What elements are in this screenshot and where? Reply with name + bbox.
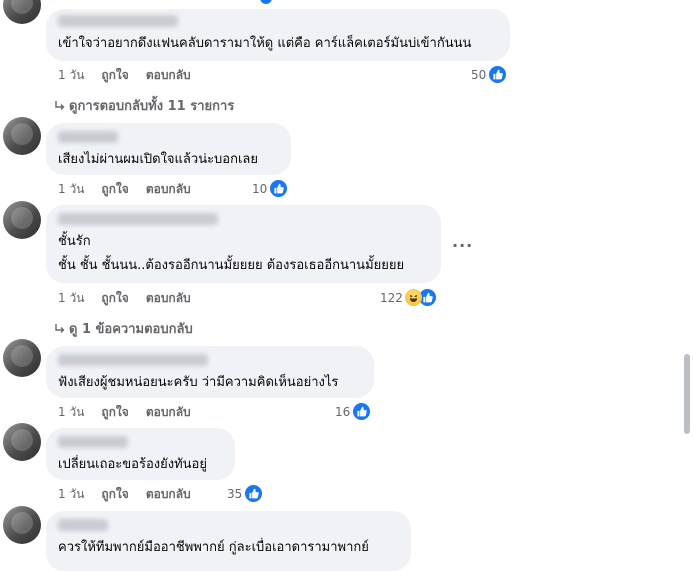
reaction-count-value: 35 (227, 486, 243, 501)
comment-bubble: เข้าใจว่าอยากดึงแฟนคลับดารามาให้ดู แต่คื… (46, 9, 510, 61)
commenter-name-blurred[interactable] (58, 15, 178, 27)
reaction-count[interactable]: 16 (335, 402, 372, 421)
like-icon (269, 179, 289, 198)
reply-button[interactable]: ตอบกลับ (146, 289, 191, 308)
like-icon (352, 402, 372, 421)
comment-time[interactable]: 1 วัน (58, 485, 84, 504)
reaction-count[interactable]: 122 (380, 288, 437, 307)
comment-time[interactable]: 1 วัน (58, 403, 84, 422)
comment-actions: 1 วัน ถูกใจ ตอบกลับ (58, 289, 208, 308)
like-button[interactable]: ถูกใจ (101, 485, 128, 504)
comment-bubble: ฟังเสียงผู้ชมหน่อยนะครับ ว่ามีความคิดเห็… (46, 346, 374, 398)
like-button[interactable]: ถูกใจ (101, 289, 128, 308)
reply-arrow-icon (55, 323, 65, 333)
reaction-count-value: 50 (471, 67, 487, 82)
comment-bubble: ชั้นรัก ชั้น ชั้น ชั้นนน..ต้องรออีกนานมั… (46, 205, 441, 283)
reply-button[interactable]: ตอบกลับ (146, 66, 191, 85)
comment-text: เสียงไม่ผ่านผมเปิดใจแล้วน่ะบอกเลย (58, 152, 259, 167)
view-all-replies-link[interactable]: ดูการตอบกลับทั้ง 11 รายการ (55, 95, 234, 116)
like-icon (488, 65, 508, 84)
reply-arrow-icon (55, 100, 65, 110)
more-options-icon[interactable]: ··· (452, 236, 473, 255)
comment-bubble: ควรให้ทีมพากย์มืออาชีพพากย์ กู่ละเบื่อเอ… (46, 511, 411, 571)
comment-text: เปลี่ยนเถอะขอร้องยังทันอยู่ (58, 457, 207, 472)
comment-time[interactable]: 1 วัน (58, 289, 84, 308)
view-all-replies-label: ดูการตอบกลับทั้ง 11 รายการ (69, 99, 235, 114)
reaction-count-value: 122 (380, 290, 403, 305)
scrollbar-thumb[interactable] (684, 354, 690, 434)
commenter-name-blurred[interactable] (58, 436, 128, 448)
scrollbar-track[interactable] (682, 0, 694, 558)
reply-button[interactable]: ตอบกลับ (146, 485, 191, 504)
like-button[interactable]: ถูกใจ (101, 66, 128, 85)
view-one-reply-link[interactable]: ดู 1 ข้อความตอบกลับ (55, 318, 193, 339)
comment-time[interactable]: 1 วัน (58, 66, 84, 85)
avatar[interactable] (3, 506, 41, 544)
avatar[interactable] (3, 0, 41, 24)
avatar[interactable] (3, 201, 41, 239)
view-one-reply-label: ดู 1 ข้อความตอบกลับ (69, 322, 193, 337)
comment-text: เข้าใจว่าอยากดึงแฟนคลับดารามาให้ดู แต่คื… (58, 36, 472, 51)
comment-text: ชั้น ชั้น ชั้นนน..ต้องรออีกนานมั้ยยยย ต้… (58, 258, 405, 273)
commenter-name-blurred[interactable] (58, 519, 108, 531)
reaction-icon-partial (260, 0, 272, 4)
haha-icon (404, 289, 422, 306)
reaction-count-value: 10 (252, 181, 268, 196)
reply-button[interactable]: ตอบกลับ (146, 180, 191, 199)
like-icon (244, 484, 264, 503)
comment-actions: 1 วัน ถูกใจ ตอบกลับ (58, 485, 208, 504)
avatar[interactable] (3, 423, 41, 461)
reaction-count[interactable]: 50 (471, 65, 508, 84)
comment-actions: 1 วัน ถูกใจ ตอบกลับ (58, 66, 208, 85)
commenter-name-blurred[interactable] (58, 131, 118, 143)
commenter-name-blurred[interactable] (58, 213, 218, 225)
avatar[interactable] (3, 117, 41, 155)
reply-button[interactable]: ตอบกลับ (146, 403, 191, 422)
commenter-name-blurred[interactable] (58, 354, 208, 366)
reaction-count[interactable]: 10 (252, 179, 289, 198)
like-button[interactable]: ถูกใจ (101, 403, 128, 422)
avatar[interactable] (3, 339, 41, 377)
comment-text: ควรให้ทีมพากย์มืออาชีพพากย์ กู่ละเบื่อเอ… (58, 540, 369, 555)
like-button[interactable]: ถูกใจ (101, 180, 128, 199)
reaction-count[interactable]: 35 (227, 484, 264, 503)
comment-bubble: เปลี่ยนเถอะขอร้องยังทันอยู่ (46, 428, 235, 480)
comment-actions: 1 วัน ถูกใจ ตอบกลับ (58, 180, 208, 199)
comment-bubble: เสียงไม่ผ่านผมเปิดใจแล้วน่ะบอกเลย (46, 123, 291, 175)
comment-actions: 1 วัน ถูกใจ ตอบกลับ (58, 403, 208, 422)
comment-text: ฟังเสียงผู้ชมหน่อยนะครับ ว่ามีความคิดเห็… (58, 375, 339, 390)
comment-text: ชั้นรัก (58, 234, 91, 249)
comment-time[interactable]: 1 วัน (58, 180, 84, 199)
reaction-count-value: 16 (335, 404, 351, 419)
